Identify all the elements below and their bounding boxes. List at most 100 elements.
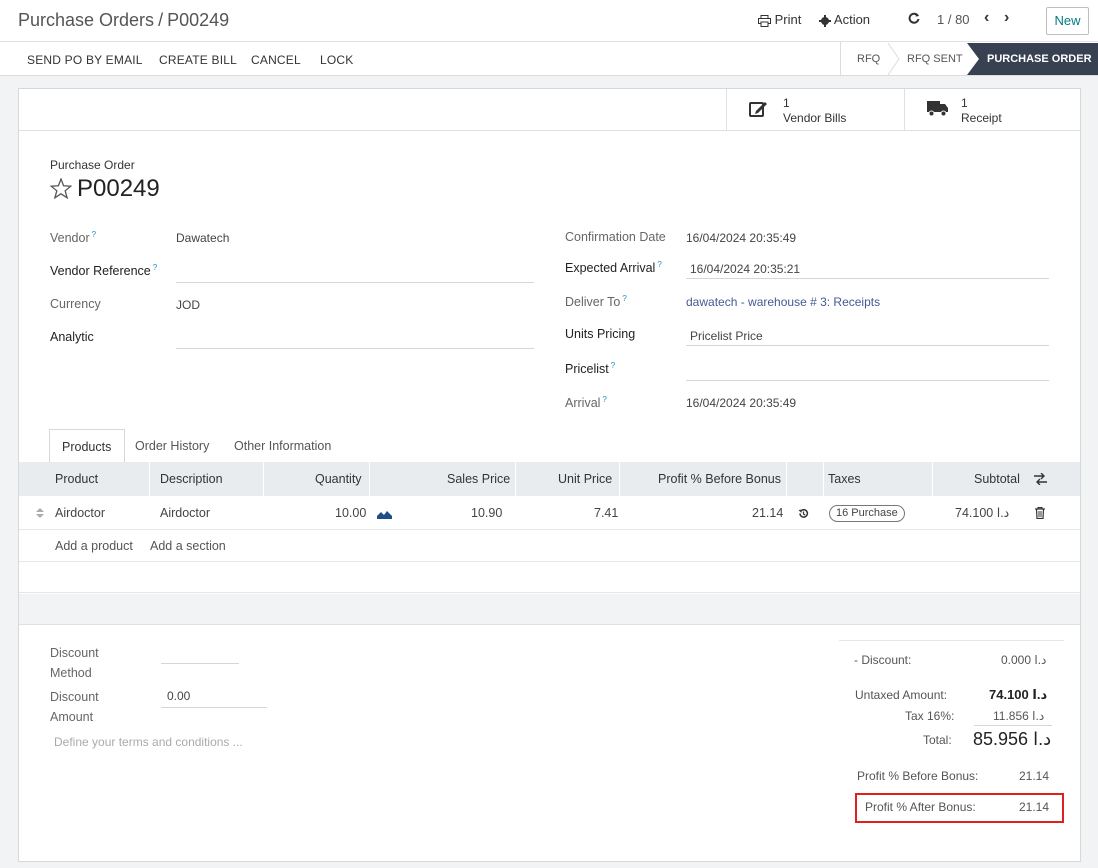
breadcrumb-parent[interactable]: Purchase Orders bbox=[18, 10, 154, 30]
stage-rfq[interactable]: RFQ bbox=[857, 43, 880, 75]
vendor-label: Vendor? bbox=[50, 230, 97, 246]
add-product-link[interactable]: Add a product bbox=[55, 539, 133, 553]
expected-arrival-label: Expected Arrival? bbox=[565, 260, 662, 276]
discount-method-label: Discount Method bbox=[50, 646, 99, 680]
form-sheet: 1 Vendor Bills 1 Receipt Purchase Order … bbox=[18, 88, 1081, 862]
analytic-underline bbox=[176, 348, 534, 349]
column-divider bbox=[515, 462, 516, 496]
edit-icon bbox=[749, 102, 767, 117]
empty-row bbox=[19, 562, 1080, 593]
receipt-label: Receipt bbox=[961, 111, 1002, 125]
pager-previous-icon[interactable]: ‹ bbox=[984, 9, 989, 27]
add-section-link[interactable]: Add a section bbox=[150, 539, 226, 553]
discount-total-label: - Discount: bbox=[854, 653, 912, 667]
tax-label: Tax 16%: bbox=[905, 709, 955, 723]
tax-badge[interactable]: 16 Purchase bbox=[829, 505, 905, 522]
expected-arrival-field[interactable]: 16/04/2024 20:35:21 bbox=[690, 262, 800, 276]
trash-icon[interactable] bbox=[1035, 507, 1045, 519]
column-divider bbox=[149, 462, 150, 496]
total-label: Total: bbox=[923, 733, 952, 747]
tax-underline bbox=[974, 725, 1052, 726]
forecast-chart-icon[interactable] bbox=[377, 509, 392, 519]
col-quantity[interactable]: Quantity bbox=[315, 462, 362, 496]
column-divider bbox=[932, 462, 933, 496]
col-description[interactable]: Description bbox=[160, 462, 223, 496]
vendor-field[interactable]: Dawatech bbox=[176, 231, 229, 245]
discount-amount-field[interactable]: 0.00 bbox=[167, 689, 190, 703]
pager-next-icon[interactable]: › bbox=[1004, 9, 1009, 27]
analytic-label: Analytic bbox=[50, 330, 94, 344]
col-subtotal[interactable]: Subtotal bbox=[974, 462, 1020, 496]
line-description[interactable]: Airdoctor bbox=[160, 496, 210, 530]
refresh-icon[interactable] bbox=[908, 12, 920, 27]
new-button[interactable]: New bbox=[1046, 7, 1089, 35]
history-icon[interactable] bbox=[798, 508, 809, 519]
receipt-smart-button[interactable]: 1 Receipt bbox=[904, 89, 1081, 131]
vendor-bills-smart-button[interactable]: 1 Vendor Bills bbox=[726, 89, 904, 131]
line-profit-before-bonus[interactable]: 21.14 bbox=[752, 496, 783, 530]
gear-icon bbox=[819, 14, 831, 27]
col-unit-price[interactable]: Unit Price bbox=[558, 462, 612, 496]
confirmation-date-field[interactable]: 16/04/2024 20:35:49 bbox=[686, 231, 796, 245]
column-divider bbox=[786, 462, 787, 496]
smart-button-box: 1 Vendor Bills 1 Receipt bbox=[19, 89, 1080, 131]
col-product[interactable]: Product bbox=[55, 462, 98, 496]
total-value: 85.956 د.ا bbox=[973, 729, 1052, 749]
col-sales-price[interactable]: Sales Price bbox=[447, 462, 510, 496]
tab-other-information[interactable]: Other Information bbox=[234, 429, 331, 463]
page-title: P00249 bbox=[77, 175, 160, 202]
print-button[interactable]: Print bbox=[758, 12, 801, 27]
print-icon bbox=[758, 14, 771, 27]
stage-rfq-sent[interactable]: RFQ SENT bbox=[907, 43, 963, 75]
create-bill-button[interactable]: CREATE BILL bbox=[159, 53, 237, 67]
vendor-bills-count: 1 bbox=[783, 96, 790, 110]
units-pricing-field[interactable]: Pricelist Price bbox=[690, 329, 763, 343]
discount-amount-underline bbox=[161, 707, 267, 708]
discount-total-value: 0.000 د.ا bbox=[1001, 653, 1047, 667]
vendor-bills-label: Vendor Bills bbox=[783, 111, 847, 125]
highlight-box bbox=[855, 793, 1064, 823]
column-divider bbox=[369, 462, 370, 496]
order-lines-header: Product Description Quantity Sales Price… bbox=[19, 462, 1080, 496]
vendor-reference-label: Vendor Reference? bbox=[50, 263, 158, 279]
units-pricing-underline bbox=[686, 345, 1049, 346]
breadcrumb: Purchase Orders / P00249 bbox=[18, 10, 229, 31]
star-icon[interactable] bbox=[50, 178, 72, 199]
terms-and-conditions-field[interactable]: Define your terms and conditions ... bbox=[54, 735, 243, 749]
deliver-to-label: Deliver To? bbox=[565, 294, 627, 310]
line-sales-price[interactable]: 10.90 bbox=[471, 496, 502, 530]
profit-before-bonus-label: Profit % Before Bonus: bbox=[857, 769, 979, 783]
line-quantity[interactable]: 10.00 bbox=[335, 496, 366, 530]
optional-columns-icon[interactable] bbox=[1034, 473, 1047, 485]
column-divider bbox=[823, 462, 824, 496]
untaxed-amount-value: 74.100 د.ا bbox=[989, 687, 1048, 702]
tab-order-history[interactable]: Order History bbox=[135, 429, 209, 463]
column-divider bbox=[619, 462, 620, 496]
table-row[interactable]: Airdoctor Airdoctor 10.00 10.90 7.41 21.… bbox=[19, 496, 1080, 530]
col-taxes[interactable]: Taxes bbox=[828, 462, 861, 496]
table-footer bbox=[19, 594, 1080, 625]
breadcrumb-current: P00249 bbox=[167, 10, 230, 30]
stage-purchase-order: PURCHASE ORDER bbox=[967, 43, 1098, 75]
discount-amount-label: Discount Amount bbox=[50, 690, 99, 724]
line-product[interactable]: Airdoctor bbox=[55, 496, 105, 530]
drag-handle-icon[interactable] bbox=[36, 508, 44, 518]
currency-field[interactable]: JOD bbox=[176, 298, 200, 312]
lock-button[interactable]: LOCK bbox=[320, 53, 353, 67]
form-subtitle: Purchase Order bbox=[50, 158, 135, 172]
col-profit-before-bonus[interactable]: Profit % Before Bonus bbox=[658, 462, 781, 496]
add-line-row: Add a product Add a section bbox=[19, 531, 1080, 562]
line-unit-price[interactable]: 7.41 bbox=[594, 496, 618, 530]
confirmation-date-label: Confirmation Date bbox=[565, 230, 666, 244]
print-label: Print bbox=[774, 12, 802, 27]
units-pricing-label: Units Pricing bbox=[565, 327, 636, 341]
discount-method-field[interactable] bbox=[161, 663, 239, 664]
send-po-by-email-button[interactable]: SEND PO BY EMAIL bbox=[27, 53, 143, 67]
pager-value[interactable]: 1 / 80 bbox=[937, 12, 970, 27]
cancel-button[interactable]: CANCEL bbox=[251, 53, 301, 67]
tab-products[interactable]: Products bbox=[49, 429, 125, 463]
deliver-to-field[interactable]: dawatech - warehouse # 3: Receipts bbox=[686, 295, 880, 309]
action-label: Action bbox=[833, 12, 871, 27]
untaxed-amount-label: Untaxed Amount: bbox=[855, 688, 948, 702]
action-button[interactable]: Action bbox=[819, 12, 870, 27]
